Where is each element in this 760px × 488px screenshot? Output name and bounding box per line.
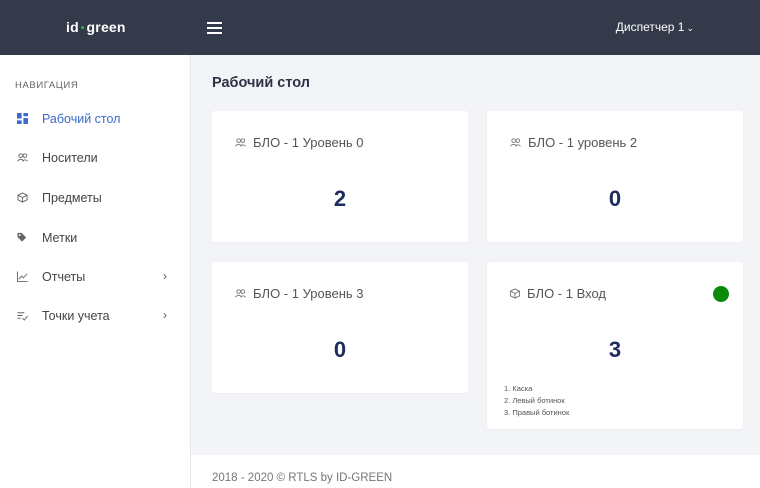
sidebar-item-label: Рабочий стол bbox=[42, 112, 121, 126]
card-value: 0 bbox=[333, 337, 347, 362]
card-value: 3 bbox=[608, 337, 622, 362]
card-item-list: 1. Каска 2. Левый ботинок 3. Правый боти… bbox=[504, 383, 569, 419]
app-logo[interactable]: id • green bbox=[66, 19, 126, 35]
user-menu[interactable]: Диспетчер 1 ⌄ bbox=[616, 20, 694, 34]
card-value: 0 bbox=[608, 186, 622, 211]
card-title-text: БЛО - 1 Вход bbox=[527, 286, 606, 301]
sidebar-item-tags[interactable]: Метки bbox=[0, 224, 190, 254]
sidebar-item-checkpoints[interactable]: Точки учета › bbox=[0, 302, 190, 332]
cube-icon bbox=[17, 192, 28, 203]
dashboard-card[interactable]: БЛО - 1 Уровень 3 0 bbox=[212, 262, 468, 393]
sidebar-item-reports[interactable]: Отчеты › bbox=[0, 263, 190, 293]
sidebar-item-label: Точки учета bbox=[42, 309, 110, 323]
sidebar-item-items[interactable]: Предметы bbox=[0, 184, 190, 214]
list-item: 2. Левый ботинок bbox=[504, 396, 565, 405]
card-title: БЛО - 1 Вход bbox=[509, 286, 606, 301]
users-icon bbox=[17, 153, 28, 162]
sidebar: НАВИГАЦИЯ Рабочий стол Носители Предметы… bbox=[0, 55, 191, 488]
sidebar-item-label: Носители bbox=[42, 151, 98, 165]
sidebar-item-dashboard[interactable]: Рабочий стол bbox=[0, 105, 190, 135]
list-item: 1. Каска bbox=[504, 384, 533, 393]
sidebar-item-label: Отчеты bbox=[42, 270, 86, 284]
card-title-text: БЛО - 1 уровень 2 bbox=[528, 135, 638, 150]
chevron-right-icon: › bbox=[163, 269, 167, 283]
card-title-text: БЛО - 1 Уровень 0 bbox=[253, 135, 364, 150]
list-check-icon bbox=[17, 312, 28, 321]
logo-text-right: green bbox=[86, 19, 126, 35]
dashboard-card[interactable]: БЛО - 1 Вход 3 1. Каска 2. Левый ботинок… bbox=[487, 262, 743, 429]
dashboard-card[interactable]: БЛО - 1 Уровень 0 2 bbox=[212, 111, 468, 242]
sidebar-item-carriers[interactable]: Носители bbox=[0, 144, 190, 174]
dashboard-card[interactable]: БЛО - 1 уровень 2 0 bbox=[487, 111, 743, 242]
sidebar-item-label: Предметы bbox=[42, 191, 102, 205]
card-value: 2 bbox=[333, 186, 347, 211]
status-indicator bbox=[713, 286, 729, 302]
card-title-text: БЛО - 1 Уровень 3 bbox=[253, 286, 364, 301]
cube-icon bbox=[509, 288, 521, 299]
chart-icon bbox=[17, 271, 28, 282]
list-item: 3. Правый ботинок bbox=[504, 408, 570, 417]
logo-dot: • bbox=[80, 23, 85, 34]
tags-icon bbox=[17, 232, 27, 242]
card-title: БЛО - 1 Уровень 3 bbox=[234, 286, 364, 301]
users-icon bbox=[235, 138, 246, 147]
user-name: Диспетчер 1 bbox=[615, 20, 685, 34]
sidebar-item-label: Метки bbox=[42, 231, 78, 245]
page-title: Рабочий стол bbox=[212, 75, 310, 91]
card-title: БЛО - 1 уровень 2 bbox=[509, 135, 637, 150]
users-icon bbox=[235, 289, 246, 298]
chevron-right-icon: › bbox=[163, 308, 167, 322]
footer-text: 2018 - 2020 © RTLS by ID-GREEN bbox=[212, 472, 393, 484]
menu-toggle-icon[interactable] bbox=[207, 22, 222, 34]
dashboard-icon bbox=[17, 113, 28, 124]
logo-text-left: id bbox=[66, 19, 79, 35]
users-icon bbox=[510, 138, 521, 147]
top-bar: id • green Диспетчер 1 ⌄ bbox=[0, 0, 760, 55]
card-title: БЛО - 1 Уровень 0 bbox=[234, 135, 364, 150]
nav-heading: НАВИГАЦИЯ bbox=[15, 80, 79, 91]
footer: 2018 - 2020 © RTLS by ID-GREEN bbox=[191, 455, 760, 488]
chevron-down-icon: ⌄ bbox=[686, 23, 694, 33]
